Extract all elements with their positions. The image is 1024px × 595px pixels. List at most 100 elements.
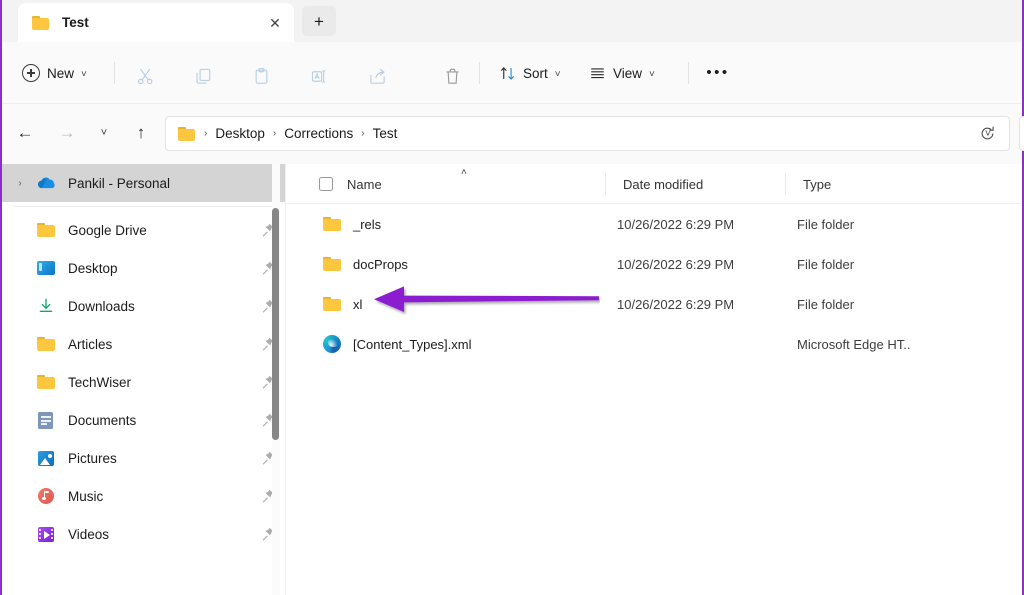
more-options-button[interactable]: ••• <box>699 56 737 90</box>
sidebar-item-onedrive[interactable]: › Pankil - Personal <box>2 164 286 202</box>
file-list: Name ˄ Date modified Type _rels 10/26/20… <box>286 164 1022 595</box>
folder-icon <box>322 294 342 314</box>
cut-icon[interactable] <box>125 59 165 93</box>
table-row[interactable]: docProps 10/26/2022 6:29 PM File folder <box>286 244 1022 284</box>
breadcrumb-separator: › <box>204 128 208 139</box>
file-type-cell: Microsoft Edge HT.. <box>797 336 911 352</box>
sidebar-item-label: TechWiser <box>68 374 132 390</box>
folder-icon <box>322 254 342 274</box>
file-name-label: _rels <box>353 216 382 232</box>
toolbar-separator-2 <box>479 62 480 84</box>
select-all-checkbox[interactable] <box>319 177 333 191</box>
file-date-cell: 10/26/2022 6:29 PM <box>617 216 735 232</box>
file-name-cell: [Content_Types].xml <box>322 324 472 364</box>
paste-icon[interactable] <box>241 59 281 93</box>
sidebar-item-label: Videos <box>68 526 110 542</box>
sidebar-item-articles[interactable]: Articles <box>2 325 286 363</box>
breadcrumb-separator: › <box>272 128 277 139</box>
sort-label: Sort <box>523 65 548 81</box>
sidebar-divider <box>14 206 274 207</box>
file-name-cell: _rels <box>322 204 381 244</box>
column-header-type[interactable]: Type <box>797 164 831 204</box>
file-type-cell: File folder <box>797 296 855 312</box>
sidebar-item-label: Downloads <box>68 298 135 314</box>
onedrive-cloud-icon <box>36 173 56 193</box>
folder-icon <box>32 15 49 30</box>
table-row[interactable]: xl 10/26/2022 6:29 PM File folder <box>286 284 1022 324</box>
close-icon[interactable]: ✕ <box>262 10 288 36</box>
tab-strip: Test ✕ + <box>2 0 1022 42</box>
back-button[interactable]: ← <box>8 116 42 150</box>
navigation-bar: ← → ˅ ↑ › Desktop › Corrections › Test ˅ <box>2 104 1024 164</box>
sidebar-scrollbar-thumb[interactable] <box>272 208 279 440</box>
file-type-cell: File folder <box>797 256 855 272</box>
breadcrumb-item-corrections[interactable]: Corrections <box>278 123 359 144</box>
sidebar-item-music[interactable]: Music <box>2 477 286 515</box>
documents-icon <box>36 410 56 430</box>
sort-button[interactable]: Sort ˅ <box>490 56 570 90</box>
desktop-icon <box>36 258 56 278</box>
tab-test[interactable]: Test ✕ <box>18 3 294 42</box>
folder-icon <box>322 214 342 234</box>
music-icon <box>36 486 56 506</box>
rename-icon[interactable] <box>299 59 339 93</box>
table-row[interactable]: [Content_Types].xml Microsoft Edge HT.. <box>286 324 1022 364</box>
trash-icon[interactable] <box>432 59 472 93</box>
sidebar-item-label: Documents <box>68 412 137 428</box>
column-header-date[interactable]: Date modified <box>617 164 703 204</box>
address-bar[interactable]: › Desktop › Corrections › Test ˅ <box>165 116 1010 151</box>
column-divider-2[interactable] <box>785 173 786 195</box>
breadcrumb-item-desktop[interactable]: Desktop <box>209 123 271 144</box>
column-headers: Name ˄ Date modified Type <box>286 164 1022 204</box>
view-button[interactable]: View ˅ <box>580 56 664 90</box>
chevron-right-icon[interactable]: › <box>12 164 28 202</box>
column-header-name[interactable]: Name <box>341 164 382 204</box>
table-row[interactable]: _rels 10/26/2022 6:29 PM File folder <box>286 204 1022 244</box>
sidebar-item-techwiser[interactable]: TechWiser <box>2 363 286 401</box>
forward-button[interactable]: → <box>50 116 84 150</box>
folder-icon <box>178 126 195 141</box>
navigation-pane: › Pankil - Personal Google Drive Desktop… <box>2 164 286 595</box>
edge-icon <box>322 334 342 354</box>
recent-locations-button[interactable]: ˅ <box>87 116 121 150</box>
sidebar-item-pictures[interactable]: Pictures <box>2 439 286 477</box>
sidebar-item-desktop[interactable]: Desktop <box>2 249 286 287</box>
file-date-cell: 10/26/2022 6:29 PM <box>617 296 735 312</box>
videos-icon <box>36 524 56 544</box>
file-date-cell: 10/26/2022 6:29 PM <box>617 256 735 272</box>
sidebar-item-downloads[interactable]: Downloads <box>2 287 286 325</box>
copy-icon[interactable] <box>183 59 223 93</box>
toolbar-separator-1 <box>114 62 115 84</box>
share-icon[interactable] <box>357 59 397 93</box>
download-icon <box>36 296 56 316</box>
file-name-cell: docProps <box>322 244 408 284</box>
sidebar-item-label: Music <box>68 488 104 504</box>
command-bar: New ˅ Sort ˅ View ˅ ••• <box>2 42 1022 104</box>
breadcrumb: › Desktop › Corrections › Test <box>202 123 403 144</box>
new-button[interactable]: New ˅ <box>14 56 97 90</box>
chevron-down-icon: ˅ <box>81 68 87 80</box>
tab-label: Test <box>62 15 89 30</box>
breadcrumb-item-test[interactable]: Test <box>367 123 404 144</box>
file-name-label: [Content_Types].xml <box>353 336 472 352</box>
sidebar-item-google-drive[interactable]: Google Drive <box>2 211 286 249</box>
folder-icon <box>36 372 56 392</box>
sidebar-item-videos[interactable]: Videos <box>2 515 286 553</box>
refresh-icon[interactable] <box>970 116 1004 150</box>
folder-icon <box>36 334 56 354</box>
sidebar-item-documents[interactable]: Documents <box>2 401 286 439</box>
toolbar-separator-3 <box>688 62 689 84</box>
up-button[interactable]: ↑ <box>124 116 158 150</box>
new-tab-button[interactable]: + <box>302 6 336 36</box>
view-label: View <box>613 65 643 81</box>
folder-icon <box>36 220 56 240</box>
file-type-cell: File folder <box>797 216 855 232</box>
search-input[interactable] <box>1019 116 1024 151</box>
column-divider-1[interactable] <box>605 173 606 195</box>
file-explorer-window: Test ✕ + New ˅ Sort ˅ View ˅ ••• ← → ˅ ↑… <box>0 0 1024 595</box>
sidebar-item-label: Pankil - Personal <box>68 175 171 191</box>
chevron-down-icon: ˅ <box>649 68 655 80</box>
sidebar-item-label: Pictures <box>68 450 117 466</box>
sidebar-item-label: Articles <box>68 336 113 352</box>
file-name-label: xl <box>353 296 363 312</box>
